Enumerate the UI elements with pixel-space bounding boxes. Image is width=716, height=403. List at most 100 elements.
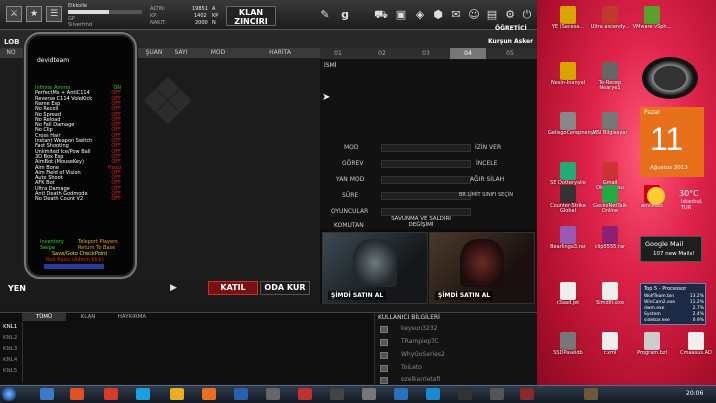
desktop-icon[interactable]: Ultra ascendy... — [590, 6, 630, 42]
ranking-icon[interactable]: ▤ — [485, 8, 499, 21]
new-room-label[interactable]: YEN — [8, 284, 26, 293]
monster-image — [353, 239, 397, 287]
channel-3[interactable]: KNL3 — [3, 346, 17, 352]
app-icon[interactable] — [362, 388, 376, 400]
desktop-icon[interactable]: r.xml — [590, 332, 630, 368]
app-icon[interactable] — [490, 388, 504, 400]
desktop-icon[interactable]: r3aad.jet — [548, 282, 588, 318]
mission-option[interactable]: İNCELE — [476, 160, 497, 167]
column-count[interactable]: SAYI — [168, 48, 194, 58]
map-preview-left[interactable]: ŞİMDİ SATIN AL — [322, 232, 428, 304]
desktop-icon[interactable]: clip5555.rar — [590, 226, 630, 262]
column-map[interactable]: HARİTA — [242, 48, 318, 58]
desktop-icon-label: Counter-Strike Global — [550, 203, 586, 214]
desktop-icon[interactable]: Cmaasus.AD — [676, 332, 716, 368]
mode-option[interactable]: İZİN VER — [475, 144, 501, 151]
desktop-icon[interactable]: SSDPaseldb — [548, 332, 588, 368]
flash-icon[interactable] — [298, 388, 312, 400]
cheat-option-value: OFF — [111, 196, 121, 203]
app-icon[interactable] — [330, 388, 344, 400]
edit-icon[interactable]: ✎ — [318, 8, 332, 21]
desktop-icon[interactable]: Counter-Strike Global — [548, 185, 588, 221]
side-mode-field[interactable] — [381, 176, 471, 184]
character-icon[interactable]: ◈ — [413, 8, 427, 21]
media-icon[interactable] — [70, 388, 84, 400]
channel-2[interactable]: KNL2 — [3, 335, 17, 341]
column-no[interactable]: NO — [2, 48, 20, 58]
desktop-icon[interactable]: Te-Recep Nearye1 — [590, 62, 630, 98]
user-row[interactable]: WhyGoSeries2 — [380, 351, 530, 360]
desktop-icon[interactable]: Nesin-Inanyel — [548, 62, 588, 98]
profile-icon[interactable]: ☰ — [46, 6, 62, 22]
chat-tab-clan[interactable]: KLAN — [66, 313, 110, 321]
settings-gear-icon[interactable]: ⚙ — [503, 8, 517, 21]
desktop-icon[interactable]: Program.bzl — [632, 332, 672, 368]
file-icon — [560, 6, 576, 24]
gmail-widget[interactable]: Google Mail 107 new Mails! — [640, 236, 702, 262]
app-icon[interactable] — [584, 388, 598, 400]
exit-icon[interactable]: ⏻ — [520, 8, 534, 21]
join-button[interactable]: KATIL — [208, 281, 258, 295]
mail-icon[interactable]: ✉ — [449, 8, 463, 21]
box-icon[interactable]: ⬢ — [431, 8, 445, 21]
word-icon[interactable] — [234, 388, 248, 400]
map-preview-right[interactable]: ŞİMDİ SATIN AL — [429, 232, 535, 304]
cheat-option-row[interactable]: No Death Count V2 OFF — [35, 197, 121, 202]
room-name-label: İSMİ — [324, 62, 337, 69]
side-mode-option[interactable]: AĞIR SİLAH — [470, 176, 504, 183]
room-tab-05[interactable]: 05 — [492, 48, 528, 59]
desktop-icon[interactable]: GelisgoCerepnenyu — [548, 112, 597, 148]
desktop-icon[interactable]: Simdilt.exe — [590, 282, 630, 318]
tutorial-label[interactable]: ÖĞRETİCİ — [495, 25, 527, 32]
kp-unit: KP — [212, 13, 219, 19]
folder-icon[interactable] — [170, 388, 184, 400]
channel-1[interactable]: KNL1 — [3, 324, 17, 330]
explorer-icon[interactable] — [40, 388, 54, 400]
skype-icon[interactable] — [136, 388, 150, 400]
chat-tab-shout[interactable]: HAYKIRMA — [110, 313, 154, 321]
chrome-icon[interactable] — [104, 388, 118, 400]
user-row[interactable]: keysun3232 — [380, 325, 530, 334]
clan-chain-button[interactable]: KLAN ZINCIRI — [226, 6, 276, 26]
commander-field-label: KOMUTAN — [334, 222, 364, 229]
friends-icon[interactable]: ☺ — [467, 8, 481, 21]
room-tab-01[interactable]: 01 — [320, 48, 356, 59]
desktop-icon[interactable]: GeckoNetTalk Online — [590, 185, 630, 221]
skype-icon[interactable] — [426, 388, 440, 400]
room-tab-02[interactable]: 02 — [364, 48, 400, 59]
column-now[interactable]: ŞUAN — [140, 48, 168, 58]
start-button[interactable] — [2, 387, 16, 401]
desktop-icon[interactable]: YE (Sacesa... — [548, 6, 588, 42]
play-icon[interactable]: ▶ — [170, 283, 177, 293]
desktop-icon[interactable]: VMware vSph... — [632, 6, 672, 42]
time-option[interactable]: BR LİMİT SINIFI SEÇİN — [459, 192, 513, 198]
channel-4[interactable]: KNL4 — [3, 357, 17, 363]
column-mode[interactable]: MOD — [196, 48, 240, 58]
buy-now-button-left[interactable]: ŞİMDİ SATIN AL — [328, 291, 387, 300]
rank-icon: ⚔ — [6, 6, 22, 22]
time-field[interactable] — [381, 192, 471, 200]
mode-field[interactable] — [381, 144, 471, 152]
buy-now-button-right[interactable]: ŞİMDİ SATIN AL — [435, 291, 494, 300]
app-icon[interactable] — [266, 388, 280, 400]
app-icon[interactable] — [394, 388, 408, 400]
chat-tab-all[interactable]: TÜMÜ — [22, 313, 66, 321]
desktop-icon[interactable]: Bearlinga3.rar — [548, 226, 588, 262]
user-row[interactable]: TRampiepTC — [380, 338, 530, 347]
room-tab-04[interactable]: 04 — [450, 48, 486, 59]
players-field[interactable] — [381, 208, 471, 216]
wolfteam-icon[interactable] — [520, 388, 534, 400]
app-icon[interactable] — [458, 388, 472, 400]
room-tab-03[interactable]: 03 — [408, 48, 444, 59]
desktop-icon[interactable]: MSI Bilgisayar — [590, 112, 630, 148]
g-icon[interactable]: g — [338, 8, 352, 21]
firefox-icon[interactable] — [202, 388, 216, 400]
user-row[interactable]: ozelkarrietafi — [380, 376, 530, 385]
channel-5[interactable]: KNL5 — [3, 368, 17, 374]
shop-cart-icon[interactable]: ⛟ — [374, 8, 388, 21]
mission-field[interactable] — [381, 160, 471, 168]
desktop-icon-label: GelisgoCerepnenyu — [548, 130, 597, 136]
create-room-button[interactable]: ODA KUR — [260, 281, 310, 295]
user-row[interactable]: ToiLeto — [380, 364, 530, 373]
inventory-icon[interactable]: ▣ — [394, 8, 408, 21]
